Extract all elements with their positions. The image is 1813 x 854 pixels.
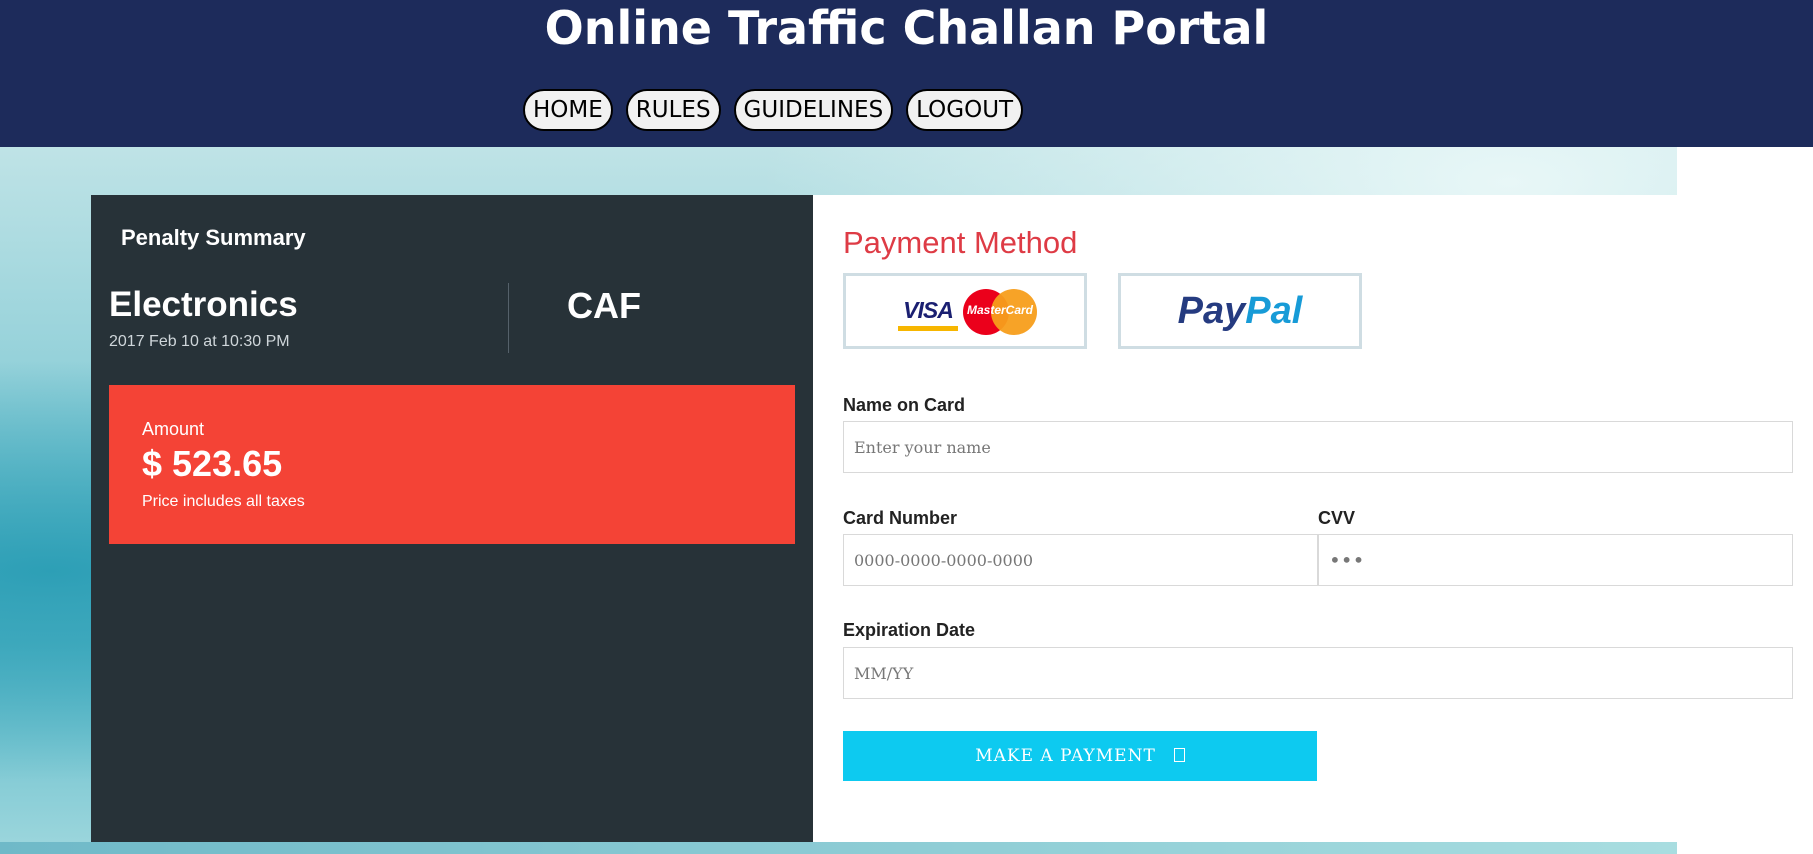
- cvv-input[interactable]: [1318, 534, 1793, 586]
- penalty-summary-title: Penalty Summary: [121, 225, 306, 250]
- amount-note: Price includes all taxes: [142, 493, 305, 510]
- background-strip: [0, 842, 1677, 854]
- visa-stripe: [898, 326, 958, 331]
- nav-logout-button[interactable]: LOGOUT: [906, 89, 1024, 131]
- name-on-card-input[interactable]: [843, 421, 1793, 473]
- product-name: Electronics: [109, 285, 298, 324]
- vertical-divider: [508, 283, 509, 353]
- main-nav: HOME RULES GUIDELINES LOGOUT: [523, 89, 1024, 133]
- expiration-date-input[interactable]: [843, 647, 1793, 699]
- amount-label: Amount: [142, 419, 205, 439]
- visa-icon: VISA: [898, 295, 958, 331]
- paypal-payment-option[interactable]: PayPal: [1118, 273, 1362, 349]
- make-payment-button[interactable]: MAKE A PAYMENT: [843, 731, 1317, 781]
- payment-method-title: Payment Method: [843, 225, 1078, 260]
- site-header: Online Traffic Challan Portal HOME RULES…: [0, 0, 1813, 147]
- nav-home-button[interactable]: HOME: [523, 89, 613, 131]
- card-number-label: Card Number: [843, 508, 958, 528]
- visa-label: VISA: [903, 297, 954, 323]
- make-payment-label: MAKE A PAYMENT: [975, 746, 1156, 766]
- paypal-logo-part2: Pal: [1245, 290, 1303, 332]
- cvv-label: CVV: [1318, 508, 1356, 528]
- expiration-date-label: Expiration Date: [843, 620, 976, 640]
- penalty-summary-panel: Penalty Summary Electronics 2017 Feb 10 …: [91, 195, 813, 842]
- amount-box: Amount $ 523.65 Price includes all taxes: [109, 385, 795, 544]
- nav-rules-button[interactable]: RULES: [625, 89, 721, 131]
- product-date: 2017 Feb 10 at 10:30 PM: [109, 333, 290, 350]
- mastercard-label: MasterCard: [966, 303, 1034, 317]
- paypal-logo: PayPal: [1121, 290, 1359, 333]
- amount-value: $ 523.65: [142, 443, 283, 484]
- paypal-logo-part1: Pay: [1177, 290, 1246, 332]
- mastercard-icon: MasterCard: [963, 289, 1037, 335]
- name-on-card-label: Name on Card: [843, 395, 966, 415]
- card-number-input[interactable]: [843, 534, 1318, 586]
- site-title: Online Traffic Challan Portal: [544, 1, 1269, 55]
- payment-arrow-icon: [1173, 748, 1185, 762]
- product-code: CAF: [567, 285, 641, 326]
- nav-guidelines-button[interactable]: GUIDELINES: [733, 89, 894, 131]
- card-payment-option[interactable]: VISA MasterCard: [843, 273, 1087, 349]
- payment-panel: Payment Method VISA MasterCard PayPal Na…: [813, 195, 1813, 842]
